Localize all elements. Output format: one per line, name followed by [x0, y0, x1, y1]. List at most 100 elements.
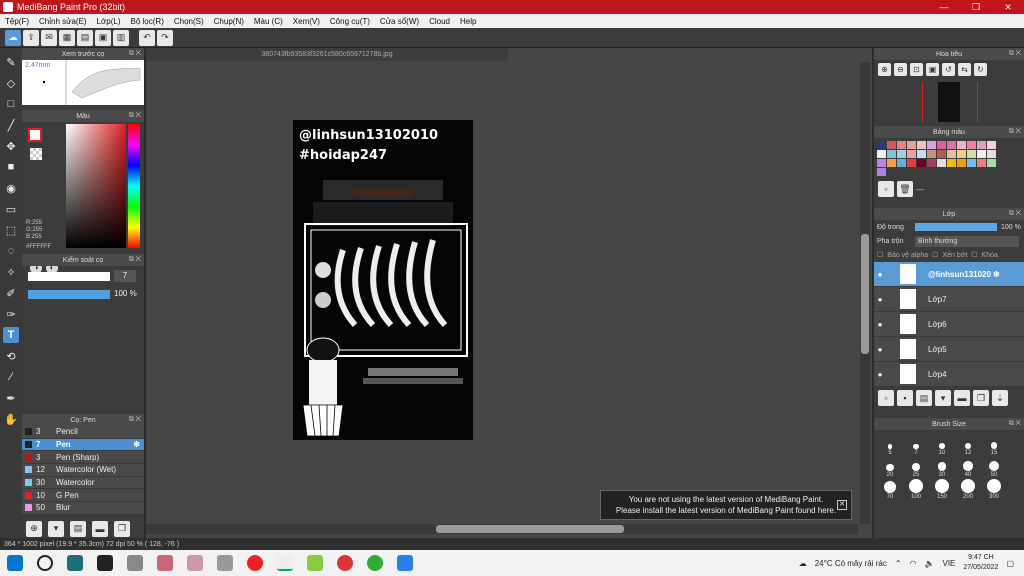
add-brush-icon[interactable]: ⊕ — [26, 520, 42, 537]
windows-start-icon[interactable] — [7, 555, 23, 571]
select-eraser-tool-icon[interactable]: ✑ — [3, 306, 19, 322]
brush-size-value[interactable]: 7 — [114, 270, 136, 282]
bucket-tool-icon[interactable]: ◉ — [3, 180, 19, 196]
palette-swatch[interactable] — [877, 168, 886, 176]
visibility-icon[interactable]: ● — [874, 345, 886, 354]
brush-size-option[interactable]: 50 — [981, 456, 1007, 478]
add-swatch-icon[interactable]: ▫ — [878, 181, 894, 197]
eraser-tool-icon[interactable]: ◇ — [3, 75, 19, 91]
palette-swatch[interactable] — [907, 141, 916, 149]
menu-tools[interactable]: Công cụ(T) — [325, 17, 375, 26]
close-button[interactable]: ✕ — [992, 0, 1024, 14]
brush-item-pen[interactable]: 7 Pen ✻ — [22, 438, 144, 452]
palette-swatch[interactable] — [967, 150, 976, 158]
visibility-icon[interactable]: ● — [874, 295, 886, 304]
volume-icon[interactable]: 🔈 — [925, 559, 935, 568]
panel-menu-icon[interactable]: ⧉ ✕ — [1009, 420, 1021, 428]
app-icon[interactable] — [307, 555, 323, 571]
horizontal-scrollbar[interactable] — [146, 524, 858, 534]
palette-swatch[interactable] — [957, 150, 966, 158]
new-layer-icon[interactable]: ▫ — [878, 390, 894, 406]
menu-cloud[interactable]: Cloud — [424, 17, 455, 26]
clipping-checkbox[interactable]: ☐ — [932, 251, 938, 259]
flip-icon[interactable]: ⇆ — [958, 63, 971, 76]
redo-icon[interactable]: ↷ — [157, 29, 173, 46]
brush-size-option[interactable]: 150 — [929, 478, 955, 500]
brush-item-watercolor-wet[interactable]: 12 Watercolor (Wet) — [22, 464, 144, 477]
divide-tool-icon[interactable]: ⟲ — [3, 348, 19, 364]
palette-swatch[interactable] — [947, 150, 956, 158]
comment-icon[interactable]: ✉ — [41, 29, 57, 46]
brush-size-option[interactable]: 30 — [929, 456, 955, 478]
brush-item-g-pen[interactable]: 10 G Pen — [22, 489, 144, 503]
zalo-icon[interactable] — [397, 555, 413, 571]
layer-item[interactable]: ● Lớp6 — [874, 312, 1024, 337]
camera-icon[interactable] — [217, 555, 233, 571]
panel-menu-icon[interactable]: ⧉ ✕ — [1009, 50, 1021, 58]
lock-checkbox[interactable]: ☐ — [971, 251, 977, 259]
capcut-icon[interactable] — [97, 555, 113, 571]
panel-menu-icon[interactable]: ⧉ ✕ — [129, 416, 141, 424]
visibility-icon[interactable]: ● — [874, 320, 886, 329]
navigator-thumbnail[interactable] — [938, 82, 960, 122]
palette-swatch[interactable] — [877, 159, 886, 167]
eyedropper-tool-icon[interactable]: ⁄ — [3, 369, 19, 385]
record-icon[interactable] — [247, 555, 263, 571]
palette-swatch[interactable] — [957, 159, 966, 167]
select-pen-tool-icon[interactable]: ✐ — [3, 285, 19, 301]
panel-menu-icon[interactable]: ⧉ ✕ — [129, 256, 141, 264]
brush-menu-icon[interactable]: ▾ — [48, 520, 64, 537]
panel-menu-icon[interactable]: ⧉ ✕ — [1009, 210, 1021, 218]
search-icon[interactable] — [37, 555, 53, 571]
layer-opacity-slider[interactable] — [915, 223, 997, 231]
palette-swatch[interactable] — [927, 159, 936, 167]
tray-chevron-icon[interactable]: ⌃ — [895, 559, 902, 568]
line-tool-icon[interactable]: ╱ — [3, 117, 19, 133]
palette-swatch[interactable] — [987, 159, 996, 167]
add-layer-menu-icon[interactable]: ▾ — [935, 390, 951, 406]
rotate-right-icon[interactable]: ↻ — [974, 63, 987, 76]
chrome-icon[interactable] — [337, 555, 353, 571]
trash-icon[interactable]: 🗑 — [897, 181, 913, 197]
menu-edit[interactable]: Chỉnh sửa(E) — [34, 17, 92, 26]
new-8bit-layer-icon[interactable]: ▤ — [916, 390, 932, 406]
layer-item[interactable]: ● @linhsun131020 ✻ — [874, 262, 1024, 287]
brush-size-option[interactable]: 12 — [955, 434, 981, 456]
brush-size-option[interactable]: 40 — [955, 456, 981, 478]
brush-copy-icon[interactable]: ❐ — [114, 520, 130, 537]
brush-size-option[interactable]: 7 — [903, 434, 929, 456]
palette-swatch[interactable] — [987, 150, 996, 158]
rectangle-tool-icon[interactable]: □ — [3, 96, 19, 112]
hue-slider[interactable] — [128, 124, 140, 248]
close-icon[interactable]: ✕ — [837, 500, 847, 510]
language-indicator[interactable]: VIE — [942, 559, 955, 568]
grid-icon[interactable]: ▣ — [95, 29, 111, 46]
actual-size-icon[interactable]: ▣ — [926, 63, 939, 76]
palette-swatch[interactable] — [917, 150, 926, 158]
palette-swatch[interactable] — [967, 141, 976, 149]
fit-icon[interactable]: ⊡ — [910, 63, 923, 76]
zoom-out-icon[interactable]: ⊖ — [894, 63, 907, 76]
rotate-left-icon[interactable]: ↺ — [942, 63, 955, 76]
palette-swatch[interactable] — [977, 150, 986, 158]
palette-swatch[interactable] — [887, 141, 896, 149]
menu-help[interactable]: Help — [455, 17, 481, 26]
visibility-icon[interactable]: ● — [874, 270, 886, 279]
menu-select[interactable]: Chọn(S) — [169, 17, 209, 26]
palette-swatch[interactable] — [957, 141, 966, 149]
wifi-icon[interactable]: ◠ — [910, 559, 917, 568]
document-icon[interactable]: ▤ — [77, 29, 93, 46]
brush-folder-icon[interactable]: ▬ — [92, 520, 108, 537]
brush-size-option[interactable]: 5 — [877, 434, 903, 456]
menu-file[interactable]: Tệp(F) — [0, 17, 34, 26]
palette-swatch[interactable] — [897, 150, 906, 158]
app-icon[interactable] — [67, 555, 83, 571]
panel-menu-icon[interactable]: ⧉ ✕ — [1009, 128, 1021, 136]
palette-swatch[interactable] — [897, 159, 906, 167]
vertical-scrollbar[interactable] — [860, 62, 870, 524]
brush-item-watercolor[interactable]: 30 Watercolor — [22, 476, 144, 490]
palette-swatch[interactable] — [987, 141, 996, 149]
duplicate-layer-icon[interactable]: ❐ — [973, 390, 989, 406]
palette-swatch[interactable] — [947, 159, 956, 167]
hand-tool-icon[interactable]: ✋ — [3, 411, 19, 427]
